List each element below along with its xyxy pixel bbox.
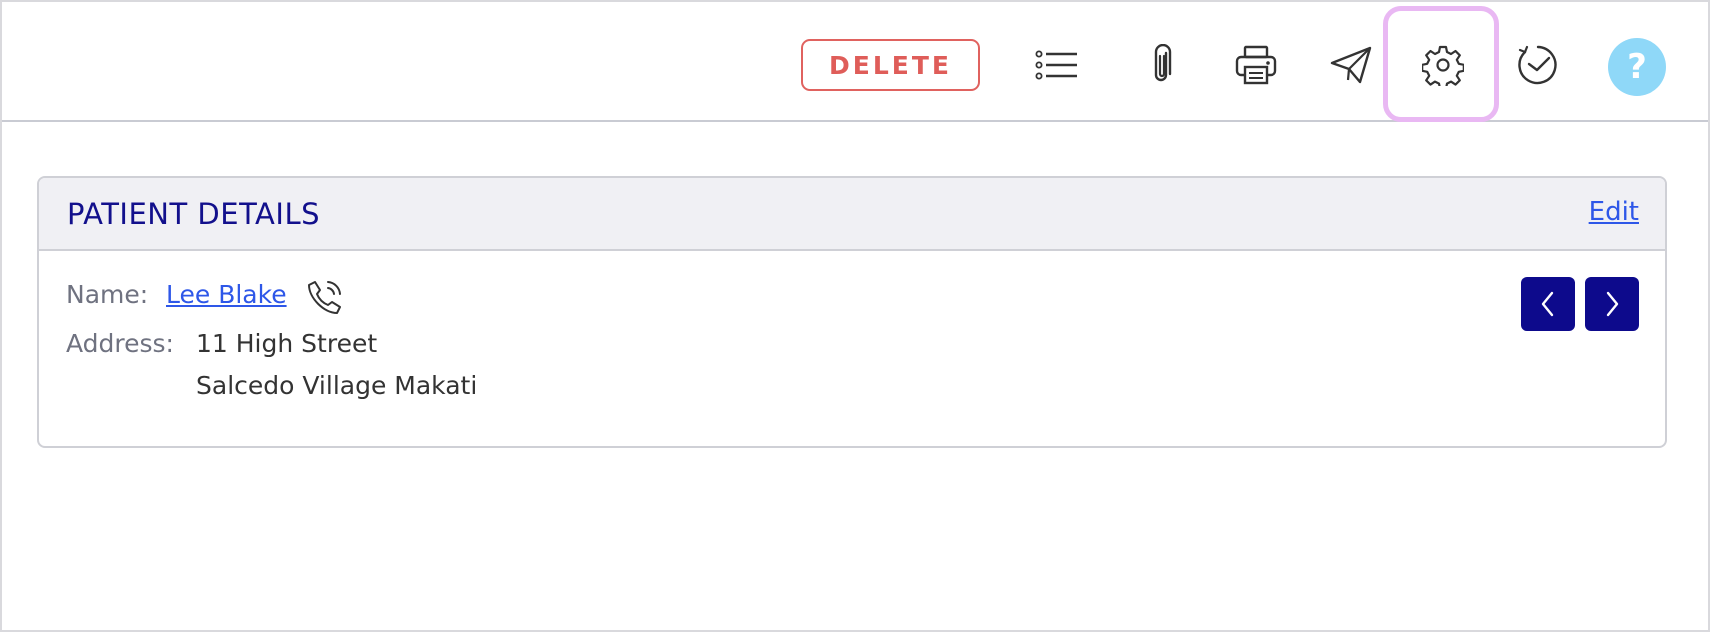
help-button[interactable]: ? <box>1608 38 1666 96</box>
card-header: PATIENT DETAILS Edit <box>39 178 1665 251</box>
history-icon[interactable] <box>1505 32 1571 98</box>
list-icon[interactable] <box>1024 32 1090 98</box>
address-line-1: 11 High Street <box>196 329 378 358</box>
toolbar: DELETE ? <box>2 2 1708 122</box>
chevron-left-icon <box>1541 291 1554 317</box>
paperclip-icon[interactable] <box>1129 32 1195 98</box>
next-button[interactable] <box>1585 277 1639 331</box>
address-label: Address: <box>66 329 174 358</box>
card-title: PATIENT DETAILS <box>67 197 321 231</box>
send-icon[interactable] <box>1318 32 1384 98</box>
address-line-2: Salcedo Village Makati <box>196 371 478 400</box>
phone-icon[interactable] <box>306 278 344 316</box>
name-label: Name: <box>66 280 149 309</box>
edit-link[interactable]: Edit <box>1589 197 1639 227</box>
chevron-right-icon <box>1606 291 1619 317</box>
previous-button[interactable] <box>1521 277 1575 331</box>
gear-highlight-ring <box>1383 6 1499 122</box>
app-window: DELETE ? PATIENT DETAILS Edit Name: Lee … <box>0 0 1710 632</box>
printer-icon[interactable] <box>1223 32 1289 98</box>
delete-button[interactable]: DELETE <box>801 39 980 91</box>
patient-name-link[interactable]: Lee Blake <box>166 280 287 309</box>
patient-details-card: PATIENT DETAILS Edit Name: Lee Blake Add… <box>37 176 1667 448</box>
